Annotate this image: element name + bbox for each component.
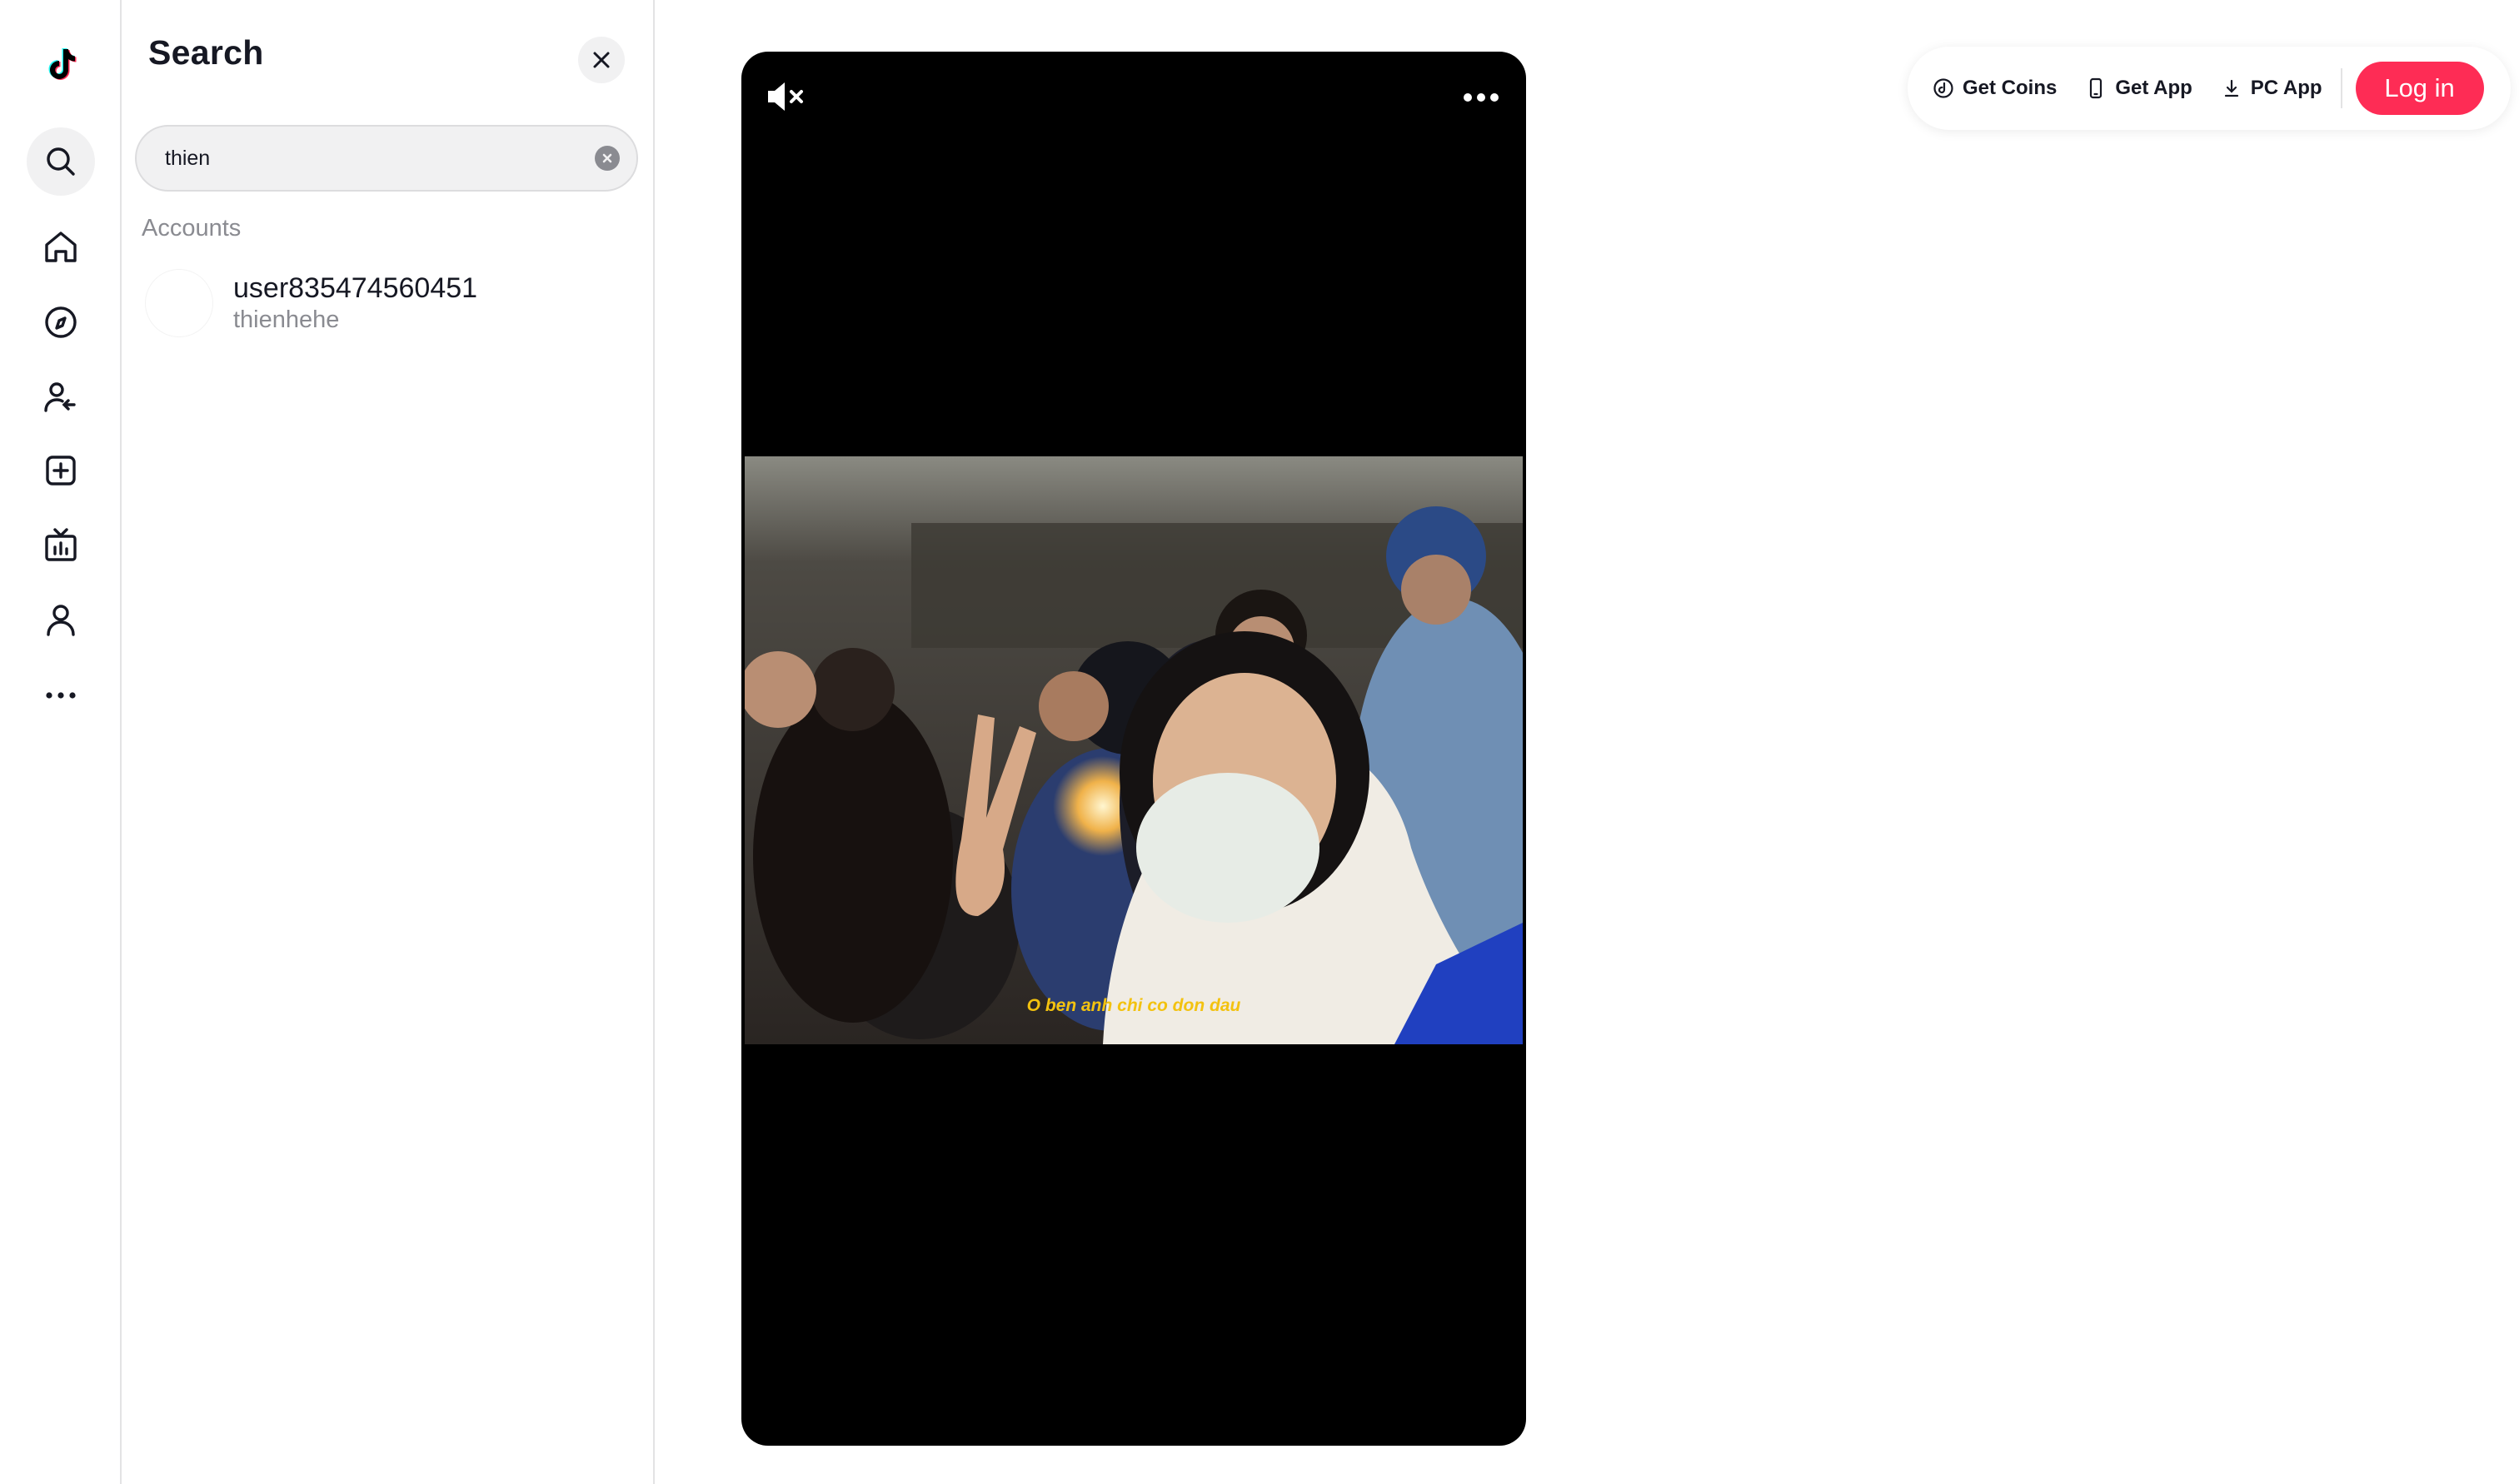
- get-app-link[interactable]: Get App: [2085, 77, 2192, 100]
- top-action-bar: Get Coins Get App PC App Log in: [1908, 47, 2511, 130]
- get-coins-label: Get Coins: [1963, 77, 2058, 99]
- profile-icon: [47, 605, 75, 636]
- pc-app-link[interactable]: PC App: [2221, 77, 2322, 100]
- clear-search-button[interactable]: [595, 146, 620, 171]
- explore-icon: [45, 306, 77, 338]
- mute-toggle-button[interactable]: [761, 72, 811, 122]
- sidebar-item-explore[interactable]: [27, 288, 95, 356]
- pc-app-label: PC App: [2250, 77, 2322, 99]
- account-nickname: thienhehe: [233, 306, 340, 333]
- close-search-button[interactable]: [578, 37, 625, 83]
- muted-speaker-icon: [768, 82, 803, 111]
- video-caption: O ben anh chi co don dau: [1026, 996, 1241, 1015]
- close-icon: [593, 52, 610, 68]
- sidebar-item-profile[interactable]: [27, 586, 95, 655]
- tiktok-logo[interactable]: [27, 30, 95, 98]
- upload-icon: [46, 456, 76, 486]
- sidebar-item-home[interactable]: [27, 213, 95, 281]
- home-icon: [45, 232, 77, 262]
- video-frame: O ben anh chi co don dau: [745, 456, 1523, 1044]
- phone-icon: [2090, 77, 2102, 99]
- coin-icon: [1933, 78, 1953, 98]
- top-bar-divider: [2340, 68, 2342, 108]
- clear-icon: [602, 153, 612, 163]
- tiktok-logo-icon: [48, 48, 77, 80]
- sidebar-item-search[interactable]: [27, 127, 95, 196]
- avatar: [145, 269, 213, 337]
- download-icon: [2224, 79, 2238, 97]
- video-more-button[interactable]: [1456, 77, 1506, 118]
- search-panel-title: Search: [148, 33, 264, 72]
- account-username: user835474560451: [233, 272, 478, 304]
- get-app-label: Get App: [2115, 77, 2192, 99]
- sidebar-item-upload[interactable]: [27, 436, 95, 505]
- search-field: [135, 125, 638, 192]
- sidebar-item-live[interactable]: [27, 511, 95, 580]
- sidebar-item-following[interactable]: [27, 363, 95, 431]
- search-panel: Search Accounts user835474560451 thienhe…: [122, 0, 655, 1484]
- search-icon: [47, 147, 75, 176]
- more-icon: [46, 692, 76, 699]
- login-button[interactable]: Log in: [2355, 62, 2484, 115]
- sidebar-item-more[interactable]: [27, 661, 95, 730]
- more-options-icon: [1464, 93, 1499, 102]
- get-coins-link[interactable]: Get Coins: [1933, 77, 2057, 100]
- search-input[interactable]: [163, 145, 595, 172]
- video-thumbnail-image: [745, 456, 1523, 1044]
- following-icon: [44, 382, 76, 412]
- accounts-section-label: Accounts: [142, 215, 242, 242]
- account-result-item[interactable]: user835474560451 thienhehe: [135, 263, 641, 343]
- account-result-text: user835474560451 thienhehe: [233, 271, 477, 335]
- sidebar-rail: [0, 0, 122, 1484]
- video-player[interactable]: O ben anh chi co don dau: [741, 52, 1526, 1446]
- live-icon: [45, 528, 77, 561]
